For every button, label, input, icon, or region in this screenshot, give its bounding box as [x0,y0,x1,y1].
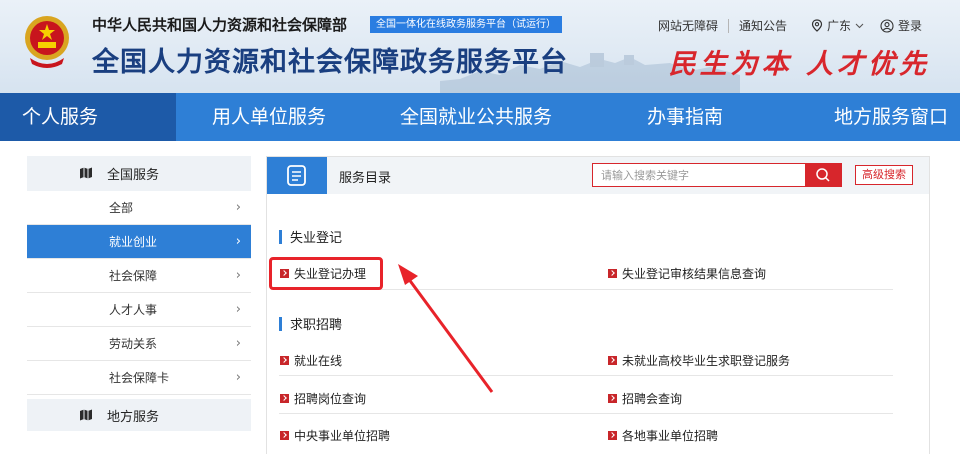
slogan: 民生为本 人才优先 [668,49,930,80]
service-graduate-job-registration[interactable]: 未就业高校毕业生求职登记服务 [608,352,790,369]
service-unemployment-result-query[interactable]: 失业登记审核结果信息查询 [608,265,766,282]
arrow-bullet-icon [608,431,617,440]
sidebar-item-employment[interactable]: 就业创业 › [27,225,251,259]
catalog-icon-box [267,157,327,194]
arrow-bullet-icon [608,394,617,403]
map-icon [80,167,92,179]
service-label: 失业登记审核结果信息查询 [622,267,767,281]
user-icon [880,18,894,33]
catalog-title: 服务目录 [339,171,392,186]
chevron-right-icon: › [235,234,241,249]
search-box [592,163,842,187]
chevron-right-icon: › [235,268,241,283]
arrow-bullet-icon [280,356,289,365]
service-label: 各地事业单位招聘 [622,429,719,443]
chevron-right-icon: › [235,302,241,317]
nav-employment-services[interactable]: 全国就业公共服务 [400,93,552,141]
sidebar-item-social-security-card[interactable]: 社会保障卡 › [27,361,251,395]
service-local-institution-recruitment[interactable]: 各地事业单位招聘 [608,427,718,444]
sidebar-national-services[interactable]: 全国服务 [27,156,251,191]
login-label: 登录 [897,19,922,33]
row-divider [279,413,893,414]
region-selector[interactable]: 广东 [811,17,864,34]
service-label: 招聘会查询 [622,392,683,406]
catalog-header: 服务目录 高级搜索 [267,157,929,194]
nav-local-windows[interactable]: 地方服务窗口 [834,93,948,141]
sidebar-item-label: 就业创业 [109,235,158,249]
sidebar-item-label: 社会保障卡 [109,371,170,385]
nav-guide[interactable]: 办事指南 [647,93,723,141]
top-link-divider [727,18,729,33]
sidebar-item-label: 人才人事 [109,303,158,317]
highlight-annotation-box [269,257,383,290]
service-catalog-panel: 服务目录 高级搜索 失业登记 失业登记办理 失业登记审核结果信息查询 [266,156,930,454]
search-input[interactable] [593,164,803,187]
section-marker [279,229,282,244]
sidebar-item-label: 劳动关系 [109,337,158,351]
service-job-post-query[interactable]: 招聘岗位查询 [280,390,366,407]
section-job-recruitment: 求职招聘 [279,314,342,333]
service-label: 未就业高校毕业生求职登记服务 [622,354,791,368]
page: 中华人民共和国人力资源和社会保障部 全国一体化在线政务服务平台（试运行） 全国人… [0,0,960,454]
arrow-bullet-icon [608,269,617,278]
sidebar-item-social-security[interactable]: 社会保障 › [27,259,251,293]
arrow-bullet-icon [280,431,289,440]
national-emblem-icon [25,16,69,68]
service-label: 招聘岗位查询 [294,392,367,406]
arrow-bullet-icon [280,394,289,403]
ministry-name: 中华人民共和国人力资源和社会保障部 [92,16,348,34]
map-icon [80,409,92,421]
platform-title: 全国人力资源和社会保障政务服务平台 [92,47,568,78]
service-label: 中央事业单位招聘 [294,429,391,443]
section-title: 失业登记 [290,231,343,246]
arrow-bullet-icon [608,356,617,365]
section-title: 求职招聘 [290,318,343,333]
search-icon [816,168,830,182]
top-links: 网站无障碍 通知公告 广东 登录 [658,17,922,34]
nav-employer-services[interactable]: 用人单位服务 [212,93,326,141]
chevron-right-icon: › [235,200,241,215]
sidebar-item-talent[interactable]: 人才人事 › [27,293,251,327]
service-employment-online[interactable]: 就业在线 [280,352,342,369]
service-label: 就业在线 [294,354,343,368]
service-central-institution-recruitment[interactable]: 中央事业单位招聘 [280,427,390,444]
sidebar-foot-label: 地方服务 [107,409,160,425]
accessibility-link[interactable]: 网站无障碍 [658,17,718,34]
chevron-right-icon: › [235,370,241,385]
chevron-down-icon [855,23,864,28]
sidebar-head-label: 全国服务 [107,168,160,183]
sidebar-item-label: 全部 [109,201,134,215]
location-pin-icon [811,19,823,32]
chevron-right-icon: › [235,336,241,351]
section-unemployment-registration: 失业登记 [279,227,342,246]
service-sidebar: 全国服务 全部 › 就业创业 › 社会保障 › 人才人事 › 劳动关系 › 社会保障卡 › … [27,156,251,438]
search-button[interactable] [805,164,841,186]
notice-link[interactable]: 通知公告 [739,17,787,34]
region-label: 广东 [826,19,851,33]
nav-personal-services[interactable]: 个人服务 [0,93,176,141]
sidebar-item-label: 社会保障 [109,269,158,283]
service-job-fair-query[interactable]: 招聘会查询 [608,390,682,407]
sidebar-local-services[interactable]: 地方服务 [27,399,251,431]
sidebar-item-labor-relations[interactable]: 劳动关系 › [27,327,251,361]
site-header: 中华人民共和国人力资源和社会保障部 全国一体化在线政务服务平台（试运行） 全国人… [0,0,960,93]
section-marker [279,316,282,331]
row-divider [279,375,893,376]
sidebar-item-all[interactable]: 全部 › [27,191,251,225]
main-nav: 个人服务 用人单位服务 全国就业公共服务 办事指南 地方服务窗口 [0,93,960,141]
catalog-icon [287,165,306,186]
advanced-search-button[interactable]: 高级搜索 [855,165,913,185]
login-link[interactable]: 登录 [880,17,922,34]
trial-run-badge: 全国一体化在线政务服务平台（试运行） [370,16,562,33]
